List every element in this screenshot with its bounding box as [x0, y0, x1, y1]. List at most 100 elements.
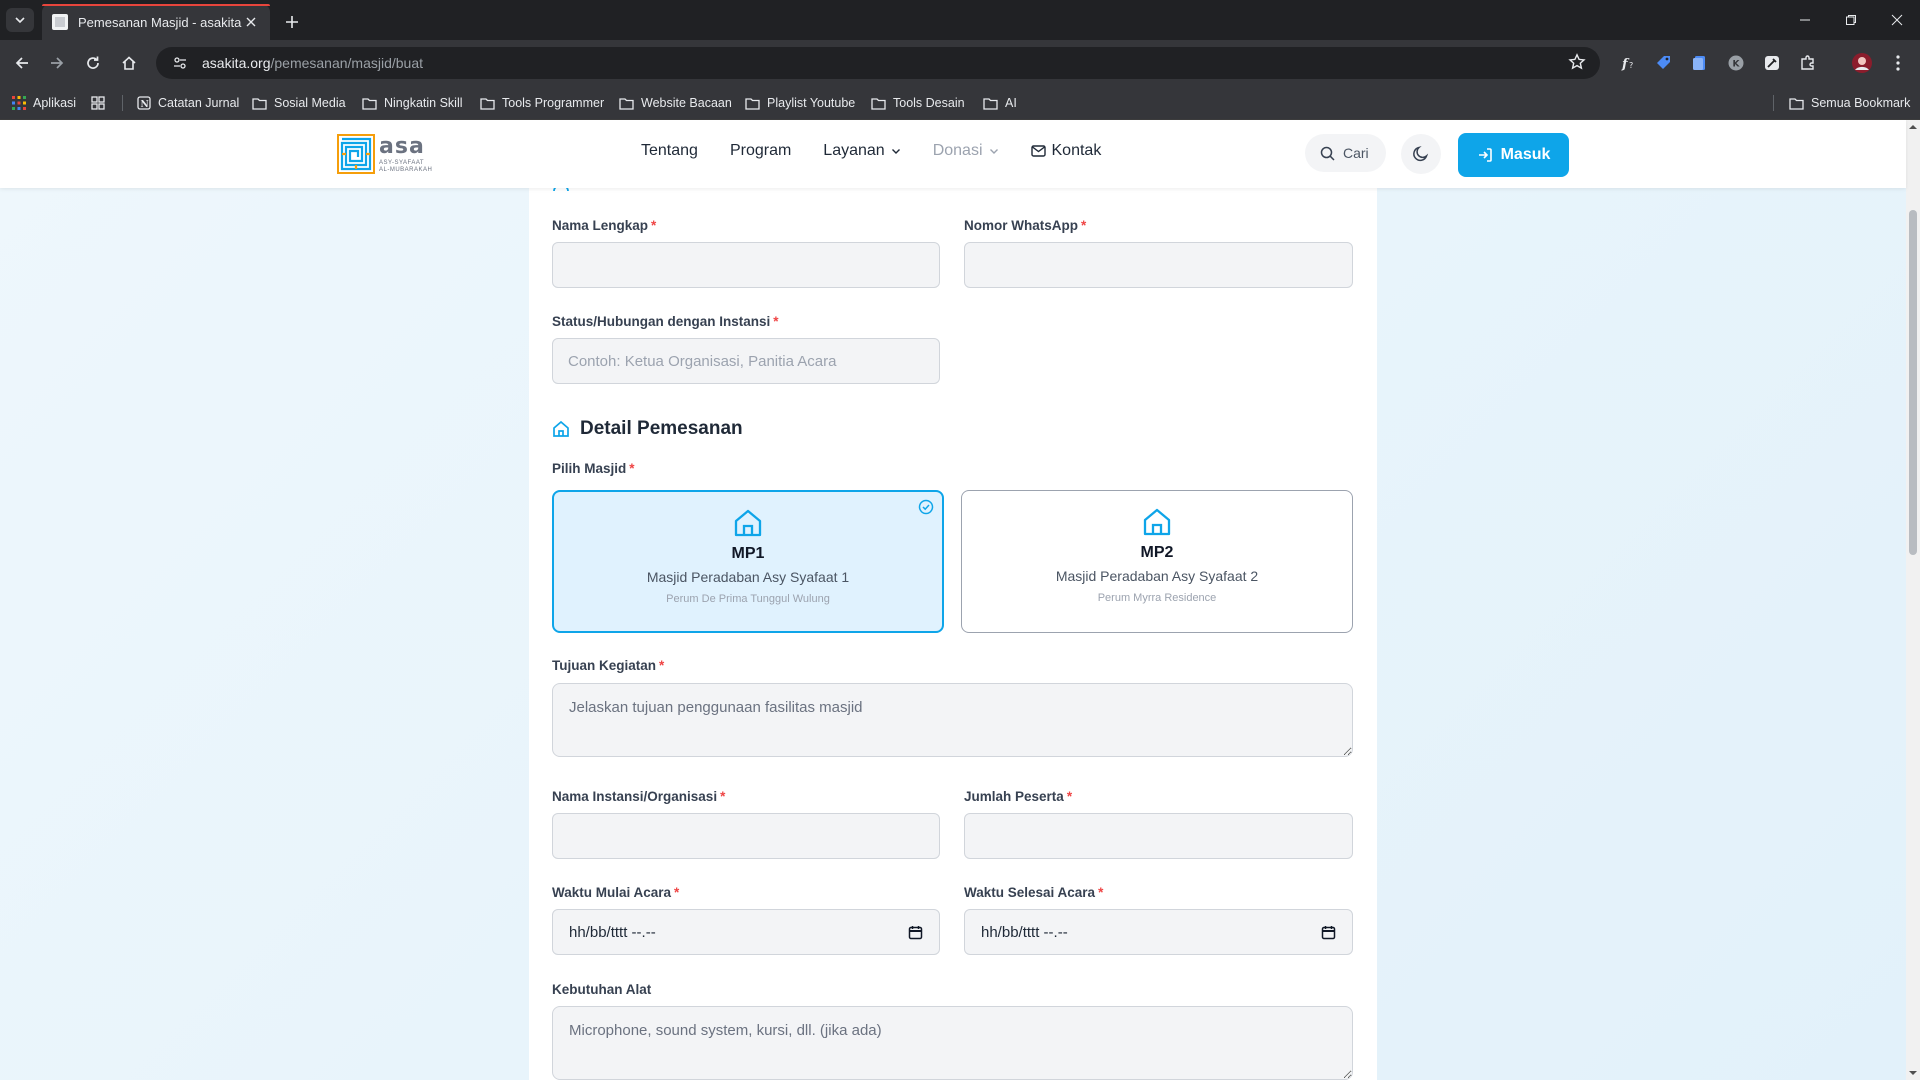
bookmark-apps[interactable]: Aplikasi [12, 93, 76, 113]
section-title-booking: Detail Pemesanan [552, 418, 743, 440]
scroll-up-icon[interactable] [1909, 123, 1917, 131]
edit-extension-icon[interactable] [1758, 49, 1786, 77]
close-window-button[interactable] [1874, 0, 1920, 40]
bookmark-folder-tools-desain[interactable]: Tools Desain [871, 93, 965, 113]
bookmark-star-icon[interactable] [1568, 53, 1588, 73]
chevron-down-icon [15, 17, 25, 24]
chevron-down-icon [891, 149, 900, 154]
tab-search-button[interactable] [6, 8, 34, 32]
mosque-option-mp2[interactable]: MP2 Masjid Peradaban Asy Syafaat 2 Perum… [961, 490, 1353, 633]
favicon-icon [52, 14, 68, 30]
mail-icon [1030, 145, 1046, 157]
page-viewport: asa ASY-SYAFAAT AL-MUBARAKAH Tentang Pro… [0, 120, 1920, 1080]
folder-icon [1789, 97, 1804, 110]
bookmark-folder-ai[interactable]: AI [983, 93, 1017, 113]
mosque-address: Perum Myrra Residence [1097, 592, 1217, 604]
minimize-button[interactable] [1782, 0, 1828, 40]
folder-icon [983, 97, 998, 110]
nav-tentang[interactable]: Tentang [641, 142, 698, 160]
site-logo[interactable]: asa ASY-SYAFAAT AL-MUBARAKAH [337, 133, 449, 175]
calendar-icon[interactable] [1321, 925, 1336, 940]
mosque-label: Pilih Masjid * [552, 461, 635, 476]
scroll-down-icon[interactable] [1909, 1069, 1917, 1077]
tab-title: Pemesanan Masjid - asakita.org [78, 14, 242, 30]
bookmark-all-bookmarks[interactable]: Semua Bookmark [1789, 93, 1910, 113]
bookmark-divider [1773, 95, 1774, 111]
back-button[interactable] [8, 49, 36, 77]
start-datetime-input[interactable]: hh/bb/tttt --.-- [552, 909, 940, 955]
nav-donasi[interactable]: Donasi [933, 142, 999, 160]
docs-extension-icon[interactable] [1686, 49, 1714, 77]
equipment-label: Kebutuhan Alat [552, 982, 652, 997]
bookmark-folder-playlist-youtube[interactable]: Playlist Youtube [745, 93, 855, 113]
theme-toggle-button[interactable] [1401, 134, 1441, 174]
nav-kontak-label: Kontak [1051, 142, 1102, 159]
browser-toolbar: asakita.org/pemesanan/masjid/buat f? K [0, 40, 1920, 86]
site-header: asa ASY-SYAFAAT AL-MUBARAKAH Tentang Pro… [0, 120, 1906, 188]
tag-extension-icon[interactable] [1650, 49, 1678, 77]
logo-wordmark: asa ASY-SYAFAAT AL-MUBARAKAH [379, 135, 432, 173]
home-button[interactable] [115, 49, 143, 77]
participants-input[interactable] [964, 813, 1353, 859]
login-label: Masuk [1500, 146, 1551, 163]
site-info-icon[interactable] [170, 53, 190, 73]
org-label: Nama Instansi/Organisasi * [552, 789, 726, 804]
folder-icon [252, 97, 267, 110]
browser-tab-active[interactable]: Pemesanan Masjid - asakita.org [42, 4, 270, 40]
svg-text:K: K [1733, 60, 1741, 70]
formula-extension-icon[interactable]: f? [1614, 49, 1642, 77]
bookmark-folder-sosial-media[interactable]: Sosial Media [252, 93, 346, 113]
end-datetime-input[interactable]: hh/bb/tttt --.-- [964, 909, 1353, 955]
mosque-code: MP1 [731, 545, 765, 562]
purpose-textarea[interactable] [552, 683, 1353, 757]
search-icon [1320, 146, 1335, 161]
equipment-textarea[interactable] [552, 1006, 1353, 1080]
bookmark-folder-ningkatin-skill[interactable]: Ningkatin Skill [362, 93, 463, 113]
tab-close-icon[interactable] [242, 13, 260, 31]
new-tab-button[interactable] [280, 10, 304, 34]
forward-button[interactable] [43, 49, 71, 77]
puzzle-icon[interactable] [1794, 49, 1822, 77]
profile-extension-icon[interactable]: K [1722, 49, 1750, 77]
folder-icon [362, 97, 377, 110]
mosque-option-mp1[interactable]: MP1 Masjid Peradaban Asy Syafaat 1 Perum… [552, 490, 944, 633]
apps-grid-icon [12, 96, 26, 110]
url-text: asakita.org/pemesanan/masjid/buat [202, 55, 424, 71]
purpose-label: Tujuan Kegiatan * [552, 658, 665, 673]
bookmark-folder-tools-programmer[interactable]: Tools Programmer [480, 93, 604, 113]
address-bar[interactable]: asakita.org/pemesanan/masjid/buat [156, 47, 1600, 79]
org-input[interactable] [552, 813, 940, 859]
folder-icon [619, 97, 634, 110]
nav-program[interactable]: Program [730, 142, 791, 160]
booking-form: Data Pemohon Nama Lengkap* Nomor WhatsAp… [529, 120, 1377, 1080]
tab-groups-icon[interactable] [91, 93, 105, 113]
search-button[interactable]: Cari [1305, 134, 1386, 172]
reload-button[interactable] [79, 49, 107, 77]
mosque-address: Perum De Prima Tunggul Wulung [666, 593, 830, 605]
status-input[interactable] [552, 338, 940, 384]
svg-text:N: N [141, 100, 149, 110]
nav-kontak[interactable]: Kontak [1030, 142, 1102, 160]
reload-icon [87, 56, 99, 69]
folder-icon [871, 97, 886, 110]
full-name-label: Nama Lengkap * [552, 218, 657, 233]
home-icon [553, 420, 569, 437]
mosque-code: MP2 [1140, 544, 1174, 561]
whatsapp-input[interactable] [964, 242, 1353, 288]
nav-layanan[interactable]: Layanan [823, 142, 900, 160]
bookmark-folder-website-bacaan[interactable]: Website Bacaan [619, 93, 732, 113]
nav-donasi-label: Donasi [932, 142, 983, 159]
login-button[interactable]: Masuk [1458, 133, 1569, 177]
restore-button[interactable] [1828, 0, 1874, 40]
arrow-right-icon [51, 57, 64, 69]
scrollbar-thumb[interactable] [1909, 210, 1917, 555]
plus-icon [286, 16, 298, 28]
start-time-label: Waktu Mulai Acara * [552, 885, 680, 900]
menu-kebab-icon[interactable] [1884, 49, 1912, 77]
full-name-input[interactable] [552, 242, 940, 288]
bookmark-catatan-jurnal[interactable]: N Catatan Jurnal [137, 93, 239, 113]
avatar[interactable] [1848, 49, 1876, 77]
calendar-icon[interactable] [908, 925, 923, 940]
chevron-down-icon [989, 149, 998, 154]
page-scrollbar[interactable] [1906, 120, 1920, 1080]
